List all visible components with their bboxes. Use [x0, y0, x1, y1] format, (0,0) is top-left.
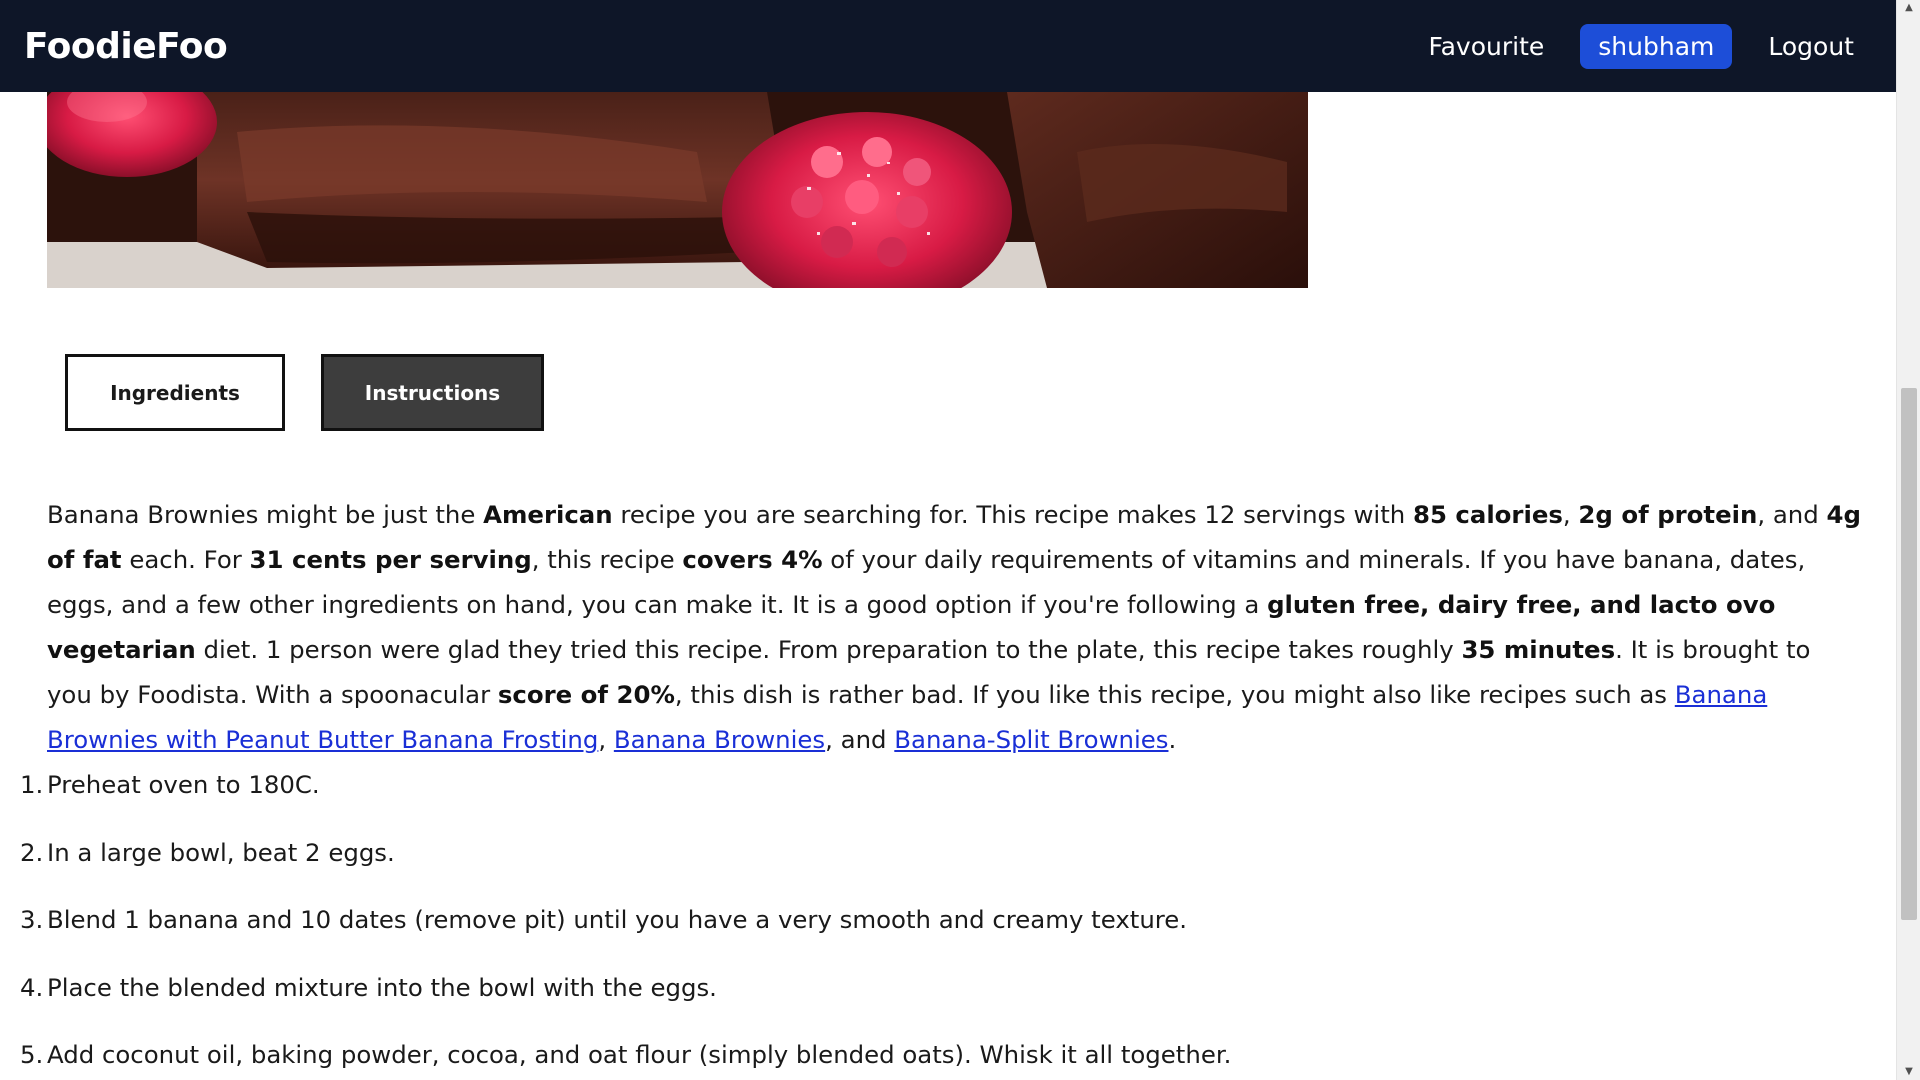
scroll-up-icon[interactable]: ▲	[1897, 0, 1920, 16]
step-text: Place the blended mixture into the bowl …	[47, 972, 717, 1002]
summary-cuisine: American	[483, 500, 613, 529]
summary-protein: 2g of protein	[1578, 500, 1758, 529]
instruction-step: 4. Place the blended mixture into the bow…	[20, 965, 1820, 1033]
summary-time: 35 minutes	[1461, 635, 1616, 664]
step-number: 5.	[20, 1040, 44, 1069]
summary-price: 31 cents per serving	[249, 545, 532, 574]
step-number: 4.	[20, 972, 44, 1002]
instruction-steps: 1. Preheat oven to 180C. 2. In a large bow…	[20, 762, 1820, 1080]
step-text: Blend 1 banana and 10 dates (remove pit)…	[47, 905, 1188, 934]
summary-text: , this recipe	[531, 545, 683, 574]
instruction-step: 3. Blend 1 banana and 10 dates (remove pi…	[20, 897, 1820, 965]
nav-links: Favourite shubham Logout	[1411, 23, 1872, 69]
scroll-down-icon[interactable]: ▼	[1897, 1064, 1920, 1080]
related-recipe-link-2[interactable]: Banana Brownies	[614, 725, 825, 754]
instruction-step: 5. Add coconut oil, baking powder, cocoa,…	[20, 1032, 1820, 1080]
recipe-tabs: Ingredients Instructions	[65, 354, 544, 431]
summary-text: each. For	[121, 545, 250, 574]
related-recipe-link-3[interactable]: Banana-Split Brownies	[894, 725, 1168, 754]
nav-favourite-link[interactable]: Favourite	[1411, 24, 1563, 69]
step-number: 3.	[20, 905, 44, 934]
summary-calories: 85 calories	[1412, 500, 1563, 529]
summary-text: diet. 1 person were glad they tried this…	[195, 635, 1462, 664]
brand-logo[interactable]: FoodieFoo	[24, 26, 228, 67]
instruction-step: 1. Preheat oven to 180C.	[20, 762, 1820, 830]
summary-coverage: covers 4%	[682, 545, 823, 574]
summary-text: , this dish is rather bad. If you like t…	[674, 680, 1675, 709]
step-number: 2.	[20, 837, 44, 867]
summary-text: .	[1168, 725, 1177, 754]
tab-instructions[interactable]: Instructions	[321, 354, 544, 431]
step-text: In a large bowl, beat 2 eggs.	[47, 837, 395, 867]
summary-text: , and	[825, 725, 895, 754]
recipe-image	[47, 92, 1308, 288]
nav-logout-link[interactable]: Logout	[1750, 24, 1872, 69]
summary-score: score of 20%	[497, 680, 675, 709]
page-scrollbar[interactable]: ▲ ▼	[1896, 0, 1920, 1080]
summary-text: Banana Brownies might be just the	[47, 500, 484, 529]
recipe-summary: Banana Brownies might be just the Americ…	[47, 492, 1862, 762]
summary-text: , and	[1757, 500, 1827, 529]
top-navbar: FoodieFoo Favourite shubham Logout	[0, 0, 1896, 92]
step-text: Add coconut oil, baking powder, cocoa, a…	[47, 1040, 1232, 1069]
summary-text: ,	[598, 725, 614, 754]
step-number: 1.	[20, 770, 44, 799]
tab-ingredients[interactable]: Ingredients	[65, 354, 285, 431]
summary-text: recipe you are searching for. This recip…	[612, 500, 1413, 529]
nav-user-button[interactable]: shubham	[1580, 23, 1733, 69]
step-text: Preheat oven to 180C.	[47, 770, 320, 799]
brownie-photo	[47, 92, 1308, 288]
scrollbar-thumb[interactable]	[1901, 388, 1917, 920]
summary-text: ,	[1562, 500, 1579, 529]
instruction-step: 2. In a large bowl, beat 2 eggs.	[20, 830, 1820, 898]
